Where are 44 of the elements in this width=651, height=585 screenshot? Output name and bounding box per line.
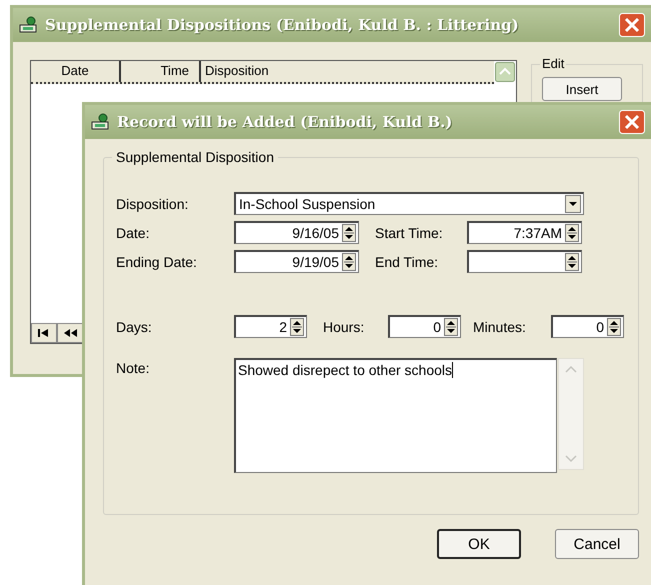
field-label: Days: [116, 318, 153, 334]
spin-field[interactable]: 9/16/05 [234, 221, 359, 244]
cancel-button[interactable]: Cancel [555, 529, 639, 559]
column-header[interactable]: Date [31, 61, 121, 82]
app-icon [91, 113, 111, 131]
field-label: Date: [116, 224, 150, 240]
spin-arrows-icon[interactable] [342, 253, 356, 271]
spin-field[interactable]: 0 [388, 315, 461, 338]
column-header[interactable]: Time [121, 61, 201, 82]
close-icon[interactable] [619, 110, 645, 134]
spin-field[interactable]: 2 [234, 315, 307, 338]
field-label: End Time: [375, 254, 440, 270]
spin-field[interactable]: 0 [551, 315, 624, 338]
spin-arrows-icon[interactable] [565, 224, 579, 242]
dropdown-field[interactable]: In-School Suspension [234, 192, 584, 215]
scrollbar-icon[interactable] [558, 358, 584, 470]
previous-page-icon[interactable] [57, 323, 83, 343]
note-field[interactable]: Showed disrepect to other schools [234, 358, 557, 473]
scroll-up-icon[interactable] [495, 62, 515, 82]
ok-button[interactable]: OK [437, 529, 521, 559]
spin-arrows-icon[interactable] [565, 253, 579, 271]
field-label: Minutes: [473, 318, 527, 334]
field-label: Hours: [323, 318, 366, 334]
first-record-icon[interactable] [31, 323, 57, 343]
app-icon [19, 16, 39, 34]
spin-arrows-icon[interactable] [444, 318, 458, 336]
field-label: Start Time: [375, 224, 444, 240]
window-title: Supplemental Dispositions (Enibodi, Kuld B. : Littering) [45, 16, 520, 34]
insert-button[interactable]: Insert [542, 77, 622, 101]
spin-field[interactable]: 7:37AM [467, 221, 582, 244]
spin-arrows-icon[interactable] [342, 224, 356, 242]
field-label: Disposition: [116, 196, 190, 212]
column-header[interactable]: Disposition [201, 61, 494, 82]
spin-arrows-icon[interactable] [607, 318, 621, 336]
field-label: Ending Date: [116, 254, 198, 270]
spin-field[interactable] [467, 250, 582, 273]
group-label: Supplemental Disposition [112, 149, 278, 165]
close-icon[interactable] [619, 13, 645, 37]
window-title: Record will be Added (Enibodi, Kuld B.) [117, 113, 454, 131]
text-cursor [452, 362, 454, 378]
spin-field[interactable]: 9/19/05 [234, 250, 359, 273]
field-label: Note: [116, 360, 150, 376]
group-label: Edit [540, 56, 566, 71]
spin-arrows-icon[interactable] [290, 318, 304, 336]
